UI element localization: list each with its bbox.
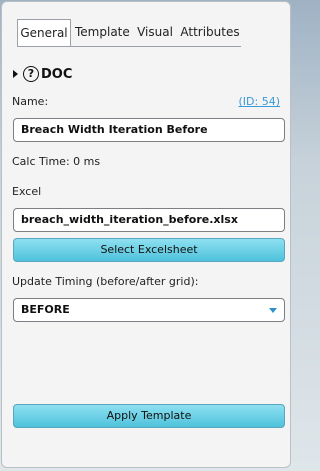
timing-label: Update Timing (before/after grid): bbox=[12, 275, 199, 288]
name-field[interactable]: Breach Width Iteration Before bbox=[13, 118, 285, 142]
select-excelsheet-button[interactable]: Select Excelsheet bbox=[13, 238, 285, 262]
properties-panel: General Template Visual Attributes ? DOC… bbox=[1, 1, 291, 468]
tab-visual[interactable]: Visual bbox=[133, 19, 177, 46]
question-circle-icon: ? bbox=[23, 66, 39, 82]
dropdown-arrow-icon bbox=[269, 308, 277, 313]
expand-triangle-icon[interactable] bbox=[13, 70, 18, 78]
timing-select[interactable]: BEFORE bbox=[13, 298, 285, 322]
tab-template[interactable]: Template bbox=[75, 19, 130, 46]
doc-section[interactable]: ? DOC bbox=[13, 64, 72, 84]
id-link[interactable]: (ID: 54) bbox=[239, 95, 281, 108]
excel-label: Excel bbox=[12, 185, 42, 198]
name-label: Name: bbox=[12, 95, 49, 108]
timing-value: BEFORE bbox=[21, 303, 70, 316]
tab-attributes[interactable]: Attributes bbox=[180, 19, 240, 46]
apply-template-button[interactable]: Apply Template bbox=[13, 404, 285, 428]
tab-bar: General Template Visual Attributes bbox=[17, 19, 241, 47]
calc-time-text: Calc Time: 0 ms bbox=[12, 155, 101, 168]
doc-label: DOC bbox=[41, 66, 73, 82]
tab-general[interactable]: General bbox=[17, 19, 71, 46]
excel-file-field[interactable]: breach_width_iteration_before.xlsx bbox=[13, 208, 285, 232]
